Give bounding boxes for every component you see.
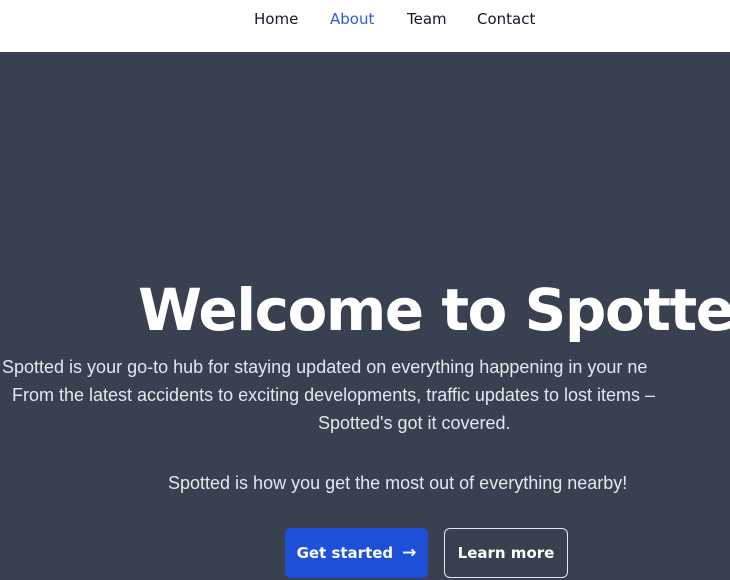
- top-navigation: Home About Team Contact: [0, 0, 730, 52]
- nav-link-contact[interactable]: Contact: [477, 9, 535, 29]
- learn-more-label: Learn more: [457, 544, 555, 562]
- hero-description-line-2: From the latest accidents to exciting de…: [12, 385, 655, 405]
- hero-description-line-1: Spotted is your go-to hub for staying up…: [2, 357, 648, 377]
- arrow-right-icon: →: [402, 542, 417, 563]
- hero-description-line-3: Spotted's got it covered.: [318, 413, 511, 433]
- hero-section: Welcome to Spotted Spotted is your go-to…: [0, 52, 730, 580]
- hero-title: Welcome to Spotted: [138, 276, 730, 344]
- nav-link-about[interactable]: About: [330, 9, 374, 29]
- nav-link-home[interactable]: Home: [254, 9, 298, 29]
- nav-link-team[interactable]: Team: [407, 9, 447, 29]
- get-started-button[interactable]: Get started →: [285, 528, 428, 578]
- hero-tagline: Spotted is how you get the most out of e…: [168, 473, 628, 493]
- get-started-label: Get started: [296, 544, 394, 562]
- learn-more-button[interactable]: Learn more: [444, 528, 568, 578]
